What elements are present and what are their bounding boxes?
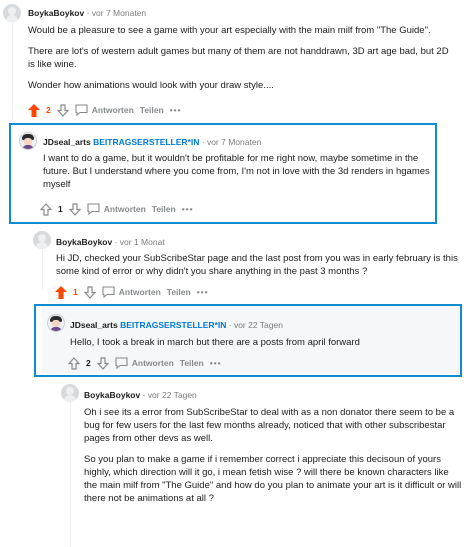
- vote-score: 1: [73, 287, 78, 297]
- comment-meta: BoykaBoykov · vor 1 Monat: [56, 237, 165, 247]
- downvote-icon[interactable]: [56, 103, 69, 117]
- comment-body: Would be a pleasure to see a game with y…: [28, 24, 458, 100]
- author-name[interactable]: JDseal_arts: [70, 320, 118, 330]
- comment-actions: 2 Antworten Teilen •••: [28, 103, 188, 117]
- comment-meta: BoykaBoykov · vor 7 Monaten: [28, 8, 147, 18]
- more-options-icon[interactable]: •••: [210, 358, 222, 368]
- timestamp[interactable]: vor 1 Monat: [120, 237, 165, 247]
- upvote-icon[interactable]: [40, 202, 52, 216]
- avatar[interactable]: [47, 314, 65, 332]
- comment-paragraph: Would be a pleasure to see a game with y…: [28, 25, 431, 36]
- reply-button[interactable]: Antworten: [115, 357, 174, 369]
- comment-paragraph: There are lot's of western adult games b…: [28, 46, 449, 70]
- comment-paragraph: Oh i see its a error from SubScribeStar …: [84, 407, 455, 444]
- timestamp[interactable]: vor 22 Tagen: [148, 390, 197, 400]
- reply-button[interactable]: Antworten: [102, 286, 161, 298]
- op-badge: BEITRAGSERSTELLER*IN: [93, 137, 200, 147]
- comment-bubble-icon: [115, 357, 128, 369]
- comment-paragraph: Hello, I took a break in march but there…: [70, 337, 360, 348]
- more-options-icon[interactable]: •••: [182, 204, 194, 214]
- vote-score: 2: [46, 105, 51, 115]
- avatar[interactable]: [61, 384, 79, 402]
- timestamp[interactable]: vor 22 Tagen: [234, 320, 283, 330]
- upvote-icon[interactable]: [28, 103, 40, 117]
- vote-score: 2: [86, 358, 91, 368]
- thread-line[interactable]: [12, 22, 13, 120]
- vote-score: 1: [58, 204, 63, 214]
- avatar[interactable]: [3, 4, 21, 22]
- comment-actions: 1 Antworten Teilen •••: [55, 285, 215, 299]
- upvote-icon[interactable]: [55, 285, 67, 299]
- comment-body: Hi JD, checked your SubScribeStar page a…: [56, 252, 461, 286]
- author-name[interactable]: BoykaBoykov: [84, 390, 140, 400]
- comment-actions: 2 Antworten Teilen •••: [68, 356, 228, 370]
- upvote-icon[interactable]: [68, 356, 80, 370]
- comment-bubble-icon: [102, 286, 115, 298]
- downvote-icon[interactable]: [96, 356, 109, 370]
- comment-paragraph: I want to do a game, but it wouldn't be …: [43, 153, 430, 190]
- comment-bubble-icon: [87, 203, 100, 215]
- share-button[interactable]: Teilen: [140, 105, 164, 115]
- comment-paragraph: Wonder how animations would look with yo…: [28, 80, 274, 91]
- comment-paragraph: Hi JD, checked your SubScribeStar page a…: [56, 253, 458, 277]
- avatar[interactable]: [33, 231, 51, 249]
- comment-meta: JDseal_arts BEITRAGSERSTELLER*IN · vor 2…: [70, 320, 283, 330]
- more-options-icon[interactable]: •••: [170, 105, 182, 115]
- timestamp[interactable]: vor 7 Monaten: [92, 8, 146, 18]
- comment-bubble-icon: [75, 104, 88, 116]
- avatar[interactable]: [19, 132, 37, 150]
- share-button[interactable]: Teilen: [167, 287, 191, 297]
- author-name[interactable]: JDseal_arts: [43, 137, 91, 147]
- comment-body: I want to do a game, but it wouldn't be …: [43, 152, 431, 199]
- downvote-icon[interactable]: [68, 202, 81, 216]
- comment-body: Hello, I took a break in march but there…: [70, 336, 450, 357]
- timestamp[interactable]: vor 7 Monaten: [207, 137, 261, 147]
- author-name[interactable]: BoykaBoykov: [28, 8, 84, 18]
- more-options-icon[interactable]: •••: [197, 287, 209, 297]
- comment-body: Oh i see its a error from SubScribeStar …: [84, 406, 464, 513]
- comment-paragraph: So you plan to make a game if i remember…: [84, 454, 462, 504]
- comment-actions: 1 Antworten Teilen •••: [40, 202, 200, 216]
- reply-button[interactable]: Antworten: [75, 104, 134, 116]
- comment-meta: BoykaBoykov · vor 22 Tagen: [84, 390, 197, 400]
- reply-button[interactable]: Antworten: [87, 203, 146, 215]
- share-button[interactable]: Teilen: [180, 358, 204, 368]
- downvote-icon[interactable]: [83, 285, 96, 299]
- thread-line[interactable]: [70, 400, 71, 547]
- thread-line[interactable]: [42, 245, 43, 290]
- share-button[interactable]: Teilen: [152, 204, 176, 214]
- author-name[interactable]: BoykaBoykov: [56, 237, 112, 247]
- op-badge: BEITRAGSERSTELLER*IN: [120, 320, 227, 330]
- comment-meta: JDseal_arts BEITRAGSERSTELLER*IN · vor 7…: [43, 137, 262, 147]
